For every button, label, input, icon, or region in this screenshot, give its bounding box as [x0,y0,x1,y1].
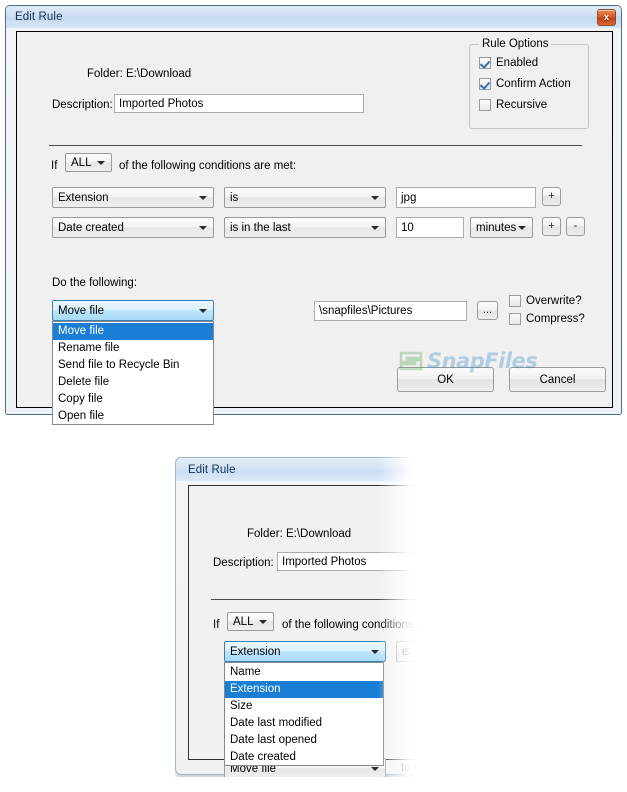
chevron-down-icon [371,766,379,771]
chevron-down-icon [199,225,207,230]
folder-label: Folder: E:\Download [87,68,192,80]
action-option-move-file[interactable]: Move file [53,323,213,340]
checkbox-enabled-box[interactable] [479,57,491,69]
checkbox-enabled-label: Enabled [496,57,539,69]
close-glyph: x [603,12,609,22]
dialog-client-area-2: Folder: E:\Download Description: Importe… [188,485,420,777]
field-option-date-created[interactable]: Date created [225,749,383,766]
description-label-2: Description: [213,557,274,569]
checkbox-overwrite-label: Overwrite? [526,295,582,307]
field-combo-2-value: Extension [230,645,281,658]
condition-intro-suffix: of the following conditions are met: [119,160,297,172]
checkbox-recursive[interactable]: Recursive [479,99,547,111]
cancel-button[interactable]: Cancel [509,367,606,392]
description-input-2[interactable]: Imported Photos [277,552,420,571]
match-mode-value-2: ALL [233,615,254,628]
operator-combo-2-value: is [402,645,411,658]
condition-2-add-button[interactable]: + [542,217,561,236]
checkbox-overwrite[interactable]: Overwrite? [509,295,582,307]
chevron-down-icon [371,649,379,654]
condition-2-unit-value: minutes [476,221,517,234]
action-option-open-file[interactable]: Open file [53,408,213,425]
checkbox-recursive-box[interactable] [479,99,491,111]
action-option-send-to-recycle[interactable]: Send file to Recycle Bin [53,357,213,374]
edit-rule-dialog-bottom: Edit Rule Folder: E:\Download Descriptio… [175,457,420,777]
description-label: Description: [52,99,113,111]
field-option-name[interactable]: Name [225,664,383,681]
condition-2-field-value: Date created [58,221,124,234]
dialog-client-area: Folder: E:\Download Description: Importe… [16,31,613,425]
condition-2-operator-combo[interactable]: is in the last [224,217,386,238]
edit-rule-dialog-bottom-viewport: Edit Rule Folder: E:\Download Descriptio… [175,457,420,777]
chevron-down-icon [97,160,105,165]
chevron-down-icon [518,225,526,230]
condition-1-operator-combo[interactable]: is [224,187,386,208]
action-option-rename-file[interactable]: Rename file [53,340,213,357]
condition-1-add-button[interactable]: + [542,187,561,206]
match-mode-combo-2[interactable]: ALL [227,612,274,631]
destination-input[interactable]: \snapfiles\Pictures [314,301,467,321]
chevron-down-icon [371,225,379,230]
description-input[interactable]: Imported Photos [114,94,364,113]
section-divider [49,145,582,146]
field-option-date-last-opened[interactable]: Date last opened [225,732,383,749]
action-combo[interactable]: Move file [52,300,214,321]
field-option-extension[interactable]: Extension [225,681,383,698]
section-divider-2 [211,599,420,600]
condition-2-remove-button[interactable]: - [566,217,585,236]
condition-1-operator-value: is [230,191,239,204]
dialog-title: Edit Rule [15,11,63,23]
folder-label-2: Folder: E:\Download [247,528,352,540]
action-section-label: Do the following: [52,277,138,289]
chevron-down-icon [371,195,379,200]
to-folder-label-2: to folde [401,762,420,774]
ok-button[interactable]: OK [397,367,494,392]
field-dropdown-list-2[interactable]: Name Extension Size Date last modified D… [224,662,384,766]
action-option-copy-file[interactable]: Copy file [53,391,213,408]
match-mode-value: ALL [71,156,92,169]
checkbox-confirm-action-box[interactable] [479,78,491,90]
condition-2-operator-value: is in the last [230,221,291,234]
operator-combo-2[interactable]: is [396,641,420,662]
checkbox-compress-label: Compress? [526,313,585,325]
condition-2-value-input[interactable]: 10 [396,217,464,238]
action-combo-value: Move file [58,304,105,317]
checkbox-enabled[interactable]: Enabled [479,57,538,69]
checkbox-confirm-action[interactable]: Confirm Action [479,78,571,90]
rule-options-caption: Rule Options [479,38,552,50]
close-icon[interactable]: x [597,9,616,26]
match-mode-combo[interactable]: ALL [65,153,112,172]
checkbox-overwrite-box[interactable] [509,295,521,307]
condition-1-field-value: Extension [58,191,109,204]
condition-1-value-input[interactable]: jpg [396,187,536,208]
condition-1-field-combo[interactable]: Extension [52,187,214,208]
action-option-delete-file[interactable]: Delete file [53,374,213,391]
condition-2-field-combo[interactable]: Date created [52,217,214,238]
title-bar: Edit Rule x [6,6,621,28]
field-option-date-last-modified[interactable]: Date last modified [225,715,383,732]
browse-button[interactable]: ... [477,301,498,320]
edit-rule-dialog-top: Edit Rule x Folder: E:\Download Descript… [5,5,622,425]
checkbox-recursive-label: Recursive [496,99,548,111]
condition-2-unit-combo[interactable]: minutes [470,217,533,238]
checkbox-compress[interactable]: Compress? [509,313,585,325]
chevron-down-icon [259,619,267,624]
condition-intro-prefix-2: If [213,619,220,631]
checkbox-confirm-action-label: Confirm Action [496,78,571,90]
condition-intro-suffix-2: of the following conditions are [282,619,420,631]
action-dropdown-list[interactable]: Move file Rename file Send file to Recyc… [52,321,214,425]
title-bar-2: Edit Rule [176,458,420,481]
field-option-size[interactable]: Size [225,698,383,715]
checkbox-compress-box[interactable] [509,313,521,325]
field-combo-2[interactable]: Extension [224,641,386,662]
chevron-down-icon [199,308,207,313]
condition-intro-prefix: If [51,160,58,172]
dialog-title-2: Edit Rule [188,463,236,476]
chevron-down-icon [199,195,207,200]
